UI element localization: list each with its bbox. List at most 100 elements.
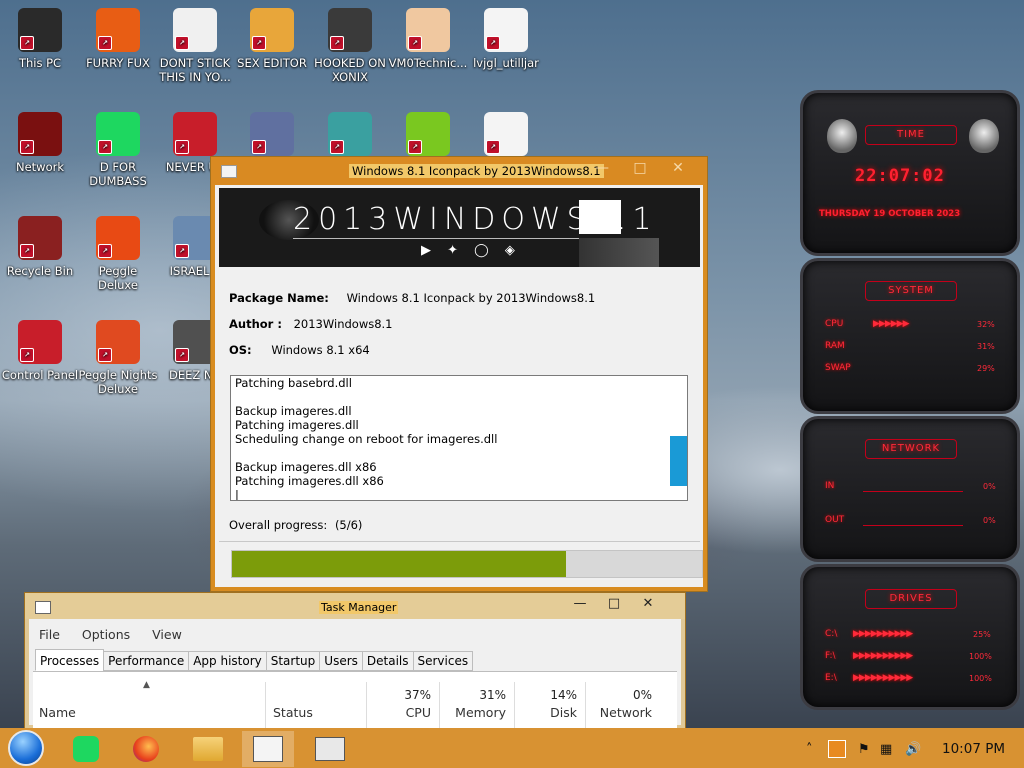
desktop-icon[interactable]: ↗ This PC [0, 8, 80, 70]
desktop-icon[interactable]: ↗ Peggle Deluxe [78, 216, 158, 292]
tab-performance[interactable]: Performance [103, 651, 190, 671]
tab-services[interactable]: Services [412, 651, 474, 671]
chevron-up-icon[interactable]: ˄ [806, 742, 813, 757]
app-icon: ↗ [484, 112, 528, 156]
installer-title: Windows 8.1 Iconpack by 2013Windows8.1 [349, 164, 604, 178]
column-memory[interactable]: 31% Memory [440, 672, 514, 730]
task-manager-icon [315, 737, 345, 761]
column-name-label: Name [39, 705, 76, 720]
tab-app-history[interactable]: App history [188, 651, 267, 671]
minimize-icon[interactable]: — [583, 160, 621, 176]
minimize-icon[interactable]: — [563, 596, 597, 611]
taskbar-file-explorer[interactable] [182, 731, 234, 767]
desktop-icon[interactable]: ↗ Control Panel [0, 320, 80, 382]
column-network[interactable]: 0% Network [586, 672, 660, 730]
overall-progress-bar [231, 550, 703, 578]
installer-banner: 2013WINDOWS8.1 ▶ ✦ ◯ ◈ [219, 188, 700, 267]
ram-value: 31% [977, 342, 995, 351]
drive-e-label: E:\ [825, 673, 837, 683]
menu-options[interactable]: Options [82, 627, 130, 642]
task-manager-titlebar[interactable]: Task Manager — □ ✕ [25, 593, 685, 619]
desktop-icon-label: Recycle Bin [6, 264, 74, 278]
menu-view[interactable]: View [152, 627, 182, 642]
desktop-icon[interactable]: ↗ FURRY FUX [78, 8, 158, 70]
desktop-icon[interactable]: ↗ Peggle Nights Deluxe [78, 320, 158, 396]
process-table: ▲ Name Status 37% CPU 31% Memory 14% Disk 0… [33, 671, 677, 730]
swap-value: 29% [977, 364, 995, 373]
app-icon: ↗ [18, 112, 62, 156]
progress-fill [232, 551, 566, 577]
folder-icon [193, 737, 223, 761]
installer-titlebar[interactable]: Windows 8.1 Iconpack by 2013Windows8.1 —… [211, 157, 707, 185]
log-line: Patching imageres.dll x86 [235, 474, 384, 488]
notification-app-icon[interactable] [828, 740, 846, 758]
column-network-label: Network [599, 705, 652, 720]
package-value: Windows 8.1 Iconpack by 2013Windows8.1 [346, 291, 596, 305]
app-icon: ↗ [406, 112, 450, 156]
app-icon: ↗ [18, 216, 62, 260]
desktop-icon[interactable]: ↗ [466, 112, 546, 160]
menu-file[interactable]: File [39, 627, 60, 642]
shortcut-arrow-icon: ↗ [20, 36, 34, 50]
flag-icon[interactable]: ⚑ [858, 742, 870, 757]
shortcut-arrow-icon: ↗ [20, 244, 34, 258]
overall-progress-value: (5/6) [334, 518, 363, 532]
desktop-icon[interactable]: ↗ D FOR DUMBASS [78, 112, 158, 188]
column-cpu[interactable]: 37% CPU [367, 672, 439, 730]
install-log[interactable]: Patching basebrd.dll Backup imageres.dll P… [230, 375, 688, 501]
desktop-icon[interactable]: ↗ [232, 112, 312, 160]
author-value: 2013Windows8.1 [293, 317, 393, 331]
tab-processes[interactable]: Processes [35, 649, 105, 671]
volume-icon[interactable]: 🔊 [905, 742, 921, 757]
tab-users[interactable]: Users [319, 651, 363, 671]
desktop-icon[interactable]: ↗ SEX EDITOR [232, 8, 312, 70]
maximize-icon[interactable]: □ [621, 160, 659, 176]
alien-icon [827, 119, 857, 153]
cpu-label: CPU [825, 319, 844, 329]
tab-details[interactable]: Details [361, 651, 414, 671]
column-status[interactable]: Status [266, 672, 366, 730]
start-button[interactable] [8, 730, 44, 766]
network-icon[interactable]: ▦ [880, 742, 892, 757]
shortcut-arrow-icon: ↗ [486, 36, 500, 50]
taskbar-task-manager[interactable] [304, 731, 356, 767]
app-icon: ↗ [484, 8, 528, 52]
desktop-icon[interactable]: ↗ Network [0, 112, 80, 174]
app-icon: ↗ [173, 8, 217, 52]
app-icon: ↗ [18, 320, 62, 364]
task-manager-window[interactable]: Task Manager — □ ✕ File Options View Proce… [24, 592, 686, 730]
desktop-icon-label: SEX EDITOR [237, 56, 307, 70]
column-name[interactable]: Name [33, 672, 265, 730]
desktop-icon[interactable]: ↗ HOOKED ON XONIX [310, 8, 390, 84]
task-manager-tabs: Processes Performance App history Startup Us… [35, 649, 474, 671]
taskbar-clock[interactable]: 10:07 PM [942, 741, 1005, 757]
desktop-icon[interactable]: ↗ [388, 112, 468, 160]
desktop-icon[interactable]: ↗ DONT STICK THIS IN YO... [155, 8, 235, 84]
taskbar-firefox[interactable] [120, 731, 172, 767]
desktop-icon[interactable]: ↗ [310, 112, 390, 160]
app-icon: ↗ [250, 112, 294, 156]
desktop-icon[interactable]: ↗ VM0Technic... [388, 8, 468, 70]
log-scrollbar-thumb[interactable] [670, 436, 687, 486]
desktop-icon-label: Network [15, 160, 65, 174]
taskbar-spotify[interactable] [60, 731, 112, 767]
shortcut-arrow-icon: ↗ [408, 140, 422, 154]
maximize-icon[interactable]: □ [597, 596, 631, 611]
spotify-icon [73, 736, 99, 762]
iconpack-installer-window[interactable]: Windows 8.1 Iconpack by 2013Windows8.1 —… [210, 156, 708, 592]
close-icon[interactable]: ✕ [631, 596, 665, 611]
tab-startup[interactable]: Startup [265, 651, 321, 671]
in-value: 0% [983, 482, 996, 491]
close-icon[interactable]: ✕ [659, 160, 697, 176]
column-disk[interactable]: 14% Disk [515, 672, 585, 730]
task-manager-menubar: File Options View [39, 627, 200, 642]
app-icon: ↗ [406, 8, 450, 52]
shortcut-arrow-icon: ↗ [252, 36, 266, 50]
drive-c-value: 25% [973, 630, 991, 639]
taskbar-installer[interactable] [242, 731, 294, 767]
app-icon [221, 165, 237, 178]
desktop-icon[interactable]: ↗ lvjgl_utilljar [466, 8, 546, 70]
desktop-icon[interactable]: ↗ Recycle Bin [0, 216, 80, 278]
drive-f-value: 100% [969, 652, 992, 661]
out-value: 0% [983, 516, 996, 525]
